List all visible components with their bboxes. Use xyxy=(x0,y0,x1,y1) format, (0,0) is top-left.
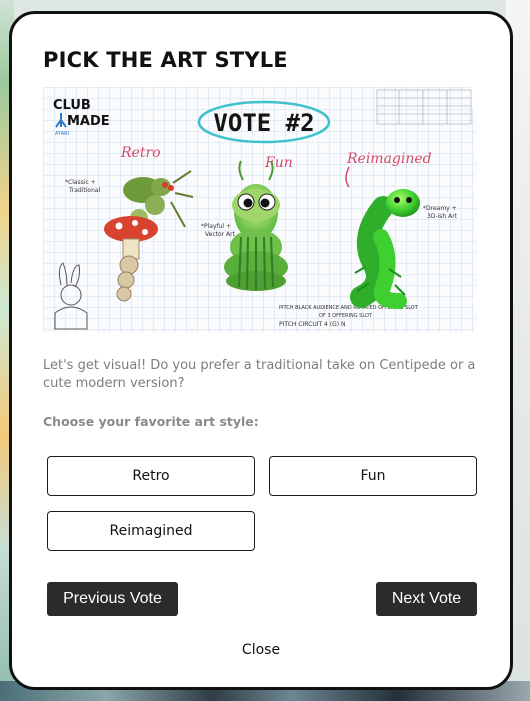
svg-text:Vector Art: Vector Art xyxy=(205,231,236,238)
option-reimagined-button[interactable]: Reimagined xyxy=(47,511,255,551)
option-retro-button[interactable]: Retro xyxy=(47,456,255,496)
vote-description: Let's get visual! Do you prefer a tradit… xyxy=(43,358,476,391)
label-reimagined: Reimagined xyxy=(346,151,432,167)
svg-text:OF 3 OFFERING SLOT: OF 3 OFFERING SLOT xyxy=(319,313,373,319)
svg-text:*Classic +: *Classic + xyxy=(65,179,96,186)
modal-title: PICK THE ART STYLE xyxy=(43,48,288,72)
option-fun-button[interactable]: Fun xyxy=(269,456,477,496)
label-fun: Fun xyxy=(264,155,293,171)
close-button[interactable]: Close xyxy=(12,642,510,658)
art-style-sketch-image: CLUB MADE ATARI VOTE #2 Retro Fun Reimag… xyxy=(43,87,483,332)
next-vote-button[interactable]: Next Vote xyxy=(376,582,477,616)
vote-prompt: Choose your favorite art style: xyxy=(43,414,259,429)
svg-text:VOTE #2: VOTE #2 xyxy=(213,109,314,137)
svg-text:CLUB: CLUB xyxy=(53,98,91,113)
label-retro: Retro xyxy=(120,145,161,161)
svg-text:*Playful +: *Playful + xyxy=(201,223,231,230)
svg-text:3D-ish Art: 3D-ish Art xyxy=(427,213,458,220)
sketch-svg: CLUB MADE ATARI VOTE #2 Retro Fun Reimag… xyxy=(43,87,483,332)
svg-text:*Dreamy +: *Dreamy + xyxy=(423,205,457,212)
svg-text:PITCH CIRCUIT 4 (G) N: PITCH CIRCUIT 4 (G) N xyxy=(279,321,346,328)
svg-text:Traditional: Traditional xyxy=(68,187,101,194)
svg-text:ATARI: ATARI xyxy=(55,131,69,137)
vote-modal: PICK THE ART STYLE CLUB MADE ATARI VOTE … xyxy=(9,11,513,690)
svg-text:MADE: MADE xyxy=(67,114,110,129)
previous-vote-button[interactable]: Previous Vote xyxy=(47,582,178,616)
